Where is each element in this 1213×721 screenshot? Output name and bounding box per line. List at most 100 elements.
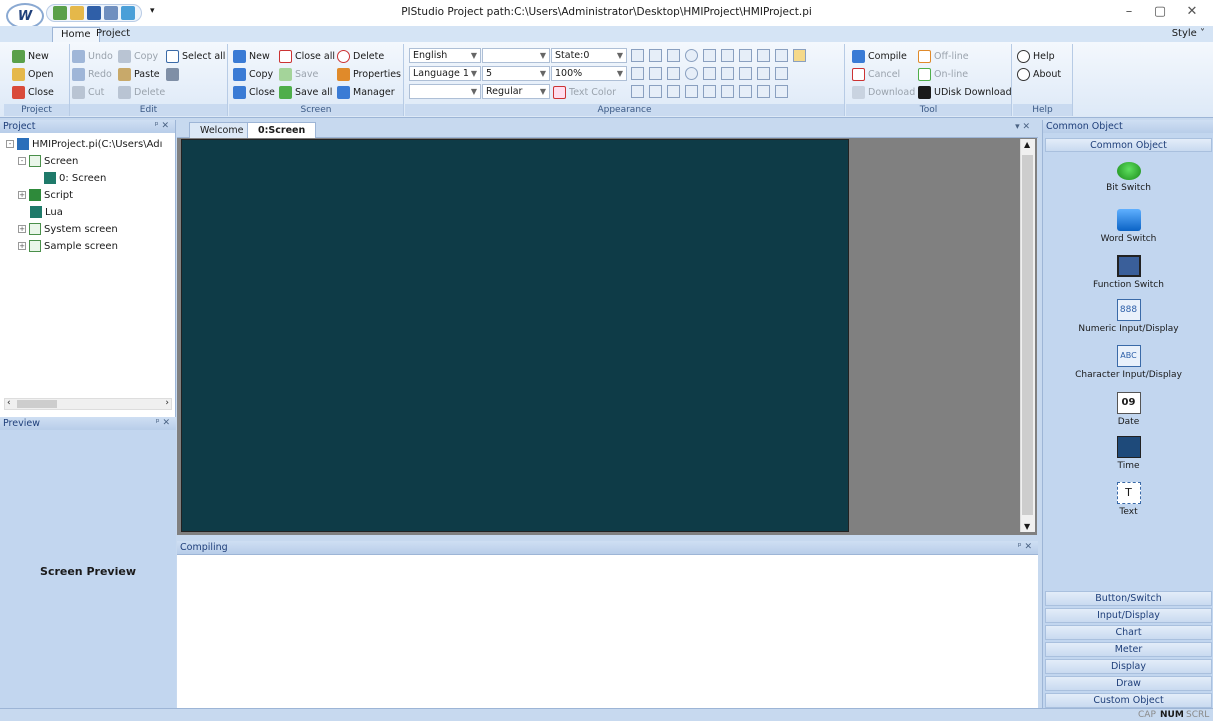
tool-function-switch[interactable]: Function Switch [1043, 255, 1213, 290]
format-brush-icon[interactable] [775, 85, 788, 98]
udisk-download-button[interactable]: UDisk Download [918, 84, 1012, 100]
compiling-output[interactable] [177, 554, 1038, 708]
flip-v-icon[interactable] [721, 85, 734, 98]
send-back-icon[interactable] [649, 67, 662, 80]
align-right-icon[interactable] [739, 67, 752, 80]
tree-script[interactable]: + Script [18, 189, 73, 201]
online-button[interactable]: On-line [918, 66, 968, 82]
cancel-button[interactable]: Cancel [852, 66, 900, 82]
tab-screen-0[interactable]: 0:Screen [247, 122, 317, 138]
category-input-display[interactable]: Input/Display [1045, 608, 1212, 623]
align-vcenter-icon[interactable] [703, 67, 716, 80]
offline-button[interactable]: Off-line [918, 48, 969, 64]
scroll-thumb[interactable] [17, 400, 57, 408]
new-project-button[interactable]: New [12, 48, 49, 64]
same-height-icon[interactable] [757, 67, 770, 80]
category-display[interactable]: Display [1045, 659, 1212, 674]
manager-button[interactable]: Manager [337, 84, 395, 100]
center-icon[interactable] [757, 85, 770, 98]
open-project-button[interactable]: Open [12, 66, 53, 82]
about-button[interactable]: About [1017, 66, 1061, 82]
backward-icon[interactable] [667, 85, 680, 98]
new-screen-button[interactable]: New [233, 48, 270, 64]
align-top-icon[interactable] [685, 85, 698, 98]
bring-front-icon[interactable] [649, 49, 662, 62]
language-index-select[interactable]: Language 1 ▼ [409, 66, 481, 81]
lock-icon[interactable] [793, 49, 806, 62]
font-name-select[interactable]: ▼ [482, 48, 550, 63]
close-all-button[interactable]: Close all [279, 48, 335, 64]
tree-screen0[interactable]: 0: Screen [44, 172, 106, 184]
layers-button[interactable] [166, 66, 179, 82]
collapse-icon[interactable]: - [18, 157, 26, 165]
compile-button[interactable]: Compile [852, 48, 907, 64]
align-left-edge-icon[interactable] [721, 49, 734, 62]
select-all-button[interactable]: Select all [166, 48, 225, 64]
language-select[interactable]: English ▼ [409, 48, 481, 63]
tool-time[interactable]: Time [1043, 436, 1213, 471]
ungroup-icon[interactable] [667, 67, 680, 80]
category-meter[interactable]: Meter [1045, 642, 1212, 657]
tree-system-screen[interactable]: + System screen [18, 223, 118, 235]
project-hscrollbar[interactable]: ‹ › [4, 398, 172, 410]
pin-close-icon[interactable]: ᵖ ✕ [155, 120, 169, 133]
hmi-screen-canvas[interactable] [181, 139, 849, 532]
align-right-text-icon[interactable] [631, 85, 644, 98]
style-menu[interactable]: Style ˅ [1172, 28, 1205, 39]
expand-icon[interactable]: + [18, 191, 26, 199]
maximize-button[interactable]: ▢ [1146, 4, 1174, 22]
scroll-down-icon[interactable]: ▼ [1024, 522, 1030, 531]
align-hcenter-icon[interactable] [739, 49, 752, 62]
forward-icon[interactable] [649, 85, 662, 98]
help-button[interactable]: Help [1017, 48, 1055, 64]
tool-date[interactable]: 09 Date [1043, 392, 1213, 427]
category-draw[interactable]: Draw [1045, 676, 1212, 691]
zoom-select[interactable]: 100% ▼ [551, 66, 627, 81]
copy-screen-button[interactable]: Copy [233, 66, 273, 82]
text-color-button[interactable]: Text Color [553, 84, 616, 100]
group-icon[interactable] [667, 49, 680, 62]
save-screen-button[interactable]: Save [279, 66, 318, 82]
distribute-v-icon[interactable] [775, 67, 788, 80]
font-style-select[interactable]: Regular ▼ [482, 84, 550, 99]
common-object-section[interactable]: Common Object [1045, 138, 1212, 152]
cut-button[interactable]: Cut [72, 84, 104, 100]
expand-icon[interactable]: + [18, 242, 26, 250]
align-left-icon[interactable] [631, 49, 644, 62]
pin-close-icon[interactable]: ᵖ ✕ [1018, 541, 1032, 554]
redo-button[interactable]: Redo [72, 66, 112, 82]
undo-button[interactable]: Undo [72, 48, 113, 64]
tool-text[interactable]: T Text [1043, 482, 1213, 517]
save-all-button[interactable]: Save all [279, 84, 332, 100]
tool-word-switch[interactable]: Word Switch [1043, 209, 1213, 244]
same-width-icon[interactable] [757, 49, 770, 62]
pin-close-icon[interactable]: ᵖ ✕ [156, 417, 170, 430]
properties-button[interactable]: Properties [337, 66, 401, 82]
align-center-icon[interactable] [631, 67, 644, 80]
tree-root[interactable]: - HMIProject.pi(C:\Users\Adı [6, 138, 162, 150]
font-select[interactable]: ▼ [409, 84, 481, 99]
font-size-select[interactable]: 5 ▼ [482, 66, 550, 81]
tool-numeric-input[interactable]: 888 Numeric Input/Display [1043, 299, 1213, 334]
distribute-h-icon[interactable] [775, 49, 788, 62]
align-middle-icon[interactable] [721, 67, 734, 80]
tool-bit-switch[interactable]: Bit Switch [1043, 162, 1213, 193]
align-bottom-icon[interactable] [703, 49, 716, 62]
paste-button[interactable]: Paste [118, 66, 160, 82]
scroll-left-icon[interactable]: ‹ [7, 398, 11, 408]
tab-project[interactable]: Project [88, 27, 138, 42]
scroll-up-icon[interactable]: ▲ [1024, 140, 1030, 149]
same-size-icon[interactable] [739, 85, 752, 98]
close-screen-button[interactable]: Close [233, 84, 275, 100]
category-custom-object[interactable]: Custom Object [1045, 693, 1212, 708]
scroll-right-icon[interactable]: › [165, 398, 169, 408]
collapse-icon[interactable]: - [6, 140, 14, 148]
category-button-switch[interactable]: Button/Switch [1045, 591, 1212, 606]
download-button[interactable]: Download [852, 84, 915, 100]
close-window-button[interactable]: ✕ [1178, 4, 1206, 22]
rotate-icon[interactable] [685, 49, 698, 62]
tree-screen[interactable]: - Screen [18, 155, 78, 167]
expand-icon[interactable]: + [18, 225, 26, 233]
tool-character-input[interactable]: ABC Character Input/Display [1043, 345, 1213, 380]
tree-lua[interactable]: Lua [30, 206, 63, 218]
